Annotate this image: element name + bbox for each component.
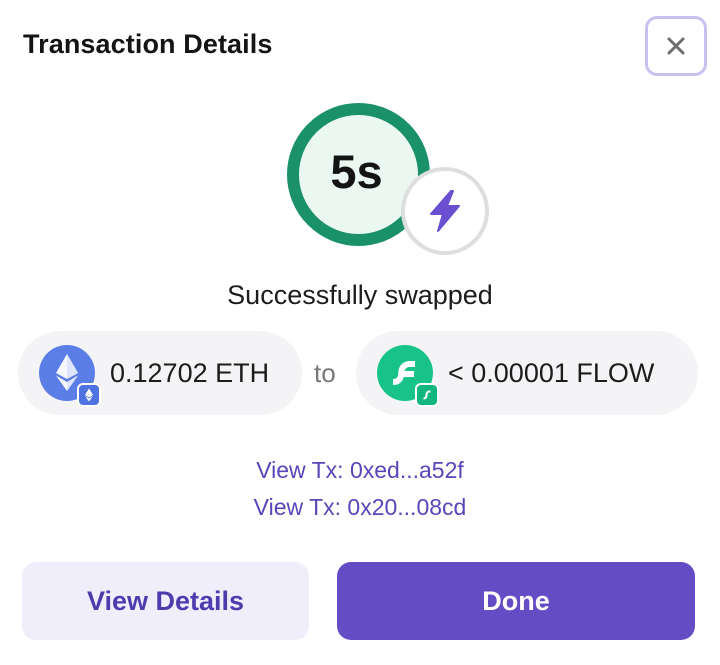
to-token-pill: < 0.00001 FLOW [356,331,698,415]
flow-chain-icon [415,383,439,407]
lightning-bolt-icon [430,190,460,232]
status-message: Successfully swapped [227,280,493,310]
view-tx-link-2[interactable]: View Tx: 0x20...08cd [0,494,720,521]
from-amount: 0.12702 ETH [110,357,270,388]
swap-connector-label: to [314,358,336,388]
ethereum-chain-icon [77,383,101,407]
ethereum-icon [39,345,101,407]
to-amount: < 0.00001 FLOW [448,357,655,388]
done-button[interactable]: Done [337,562,695,640]
view-details-button[interactable]: View Details [22,562,309,640]
transaction-details-dialog: Transaction Details 5s Successfully swap… [0,0,720,665]
timer-label: 5s [330,145,383,198]
flow-token-icon [377,345,439,407]
close-icon [667,37,685,55]
speed-badge [401,167,489,255]
from-token-pill: 0.12702 ETH [18,331,302,415]
close-button[interactable] [645,16,707,76]
dialog-title: Transaction Details [23,29,273,59]
view-tx-link-1[interactable]: View Tx: 0xed...a52f [0,457,720,484]
